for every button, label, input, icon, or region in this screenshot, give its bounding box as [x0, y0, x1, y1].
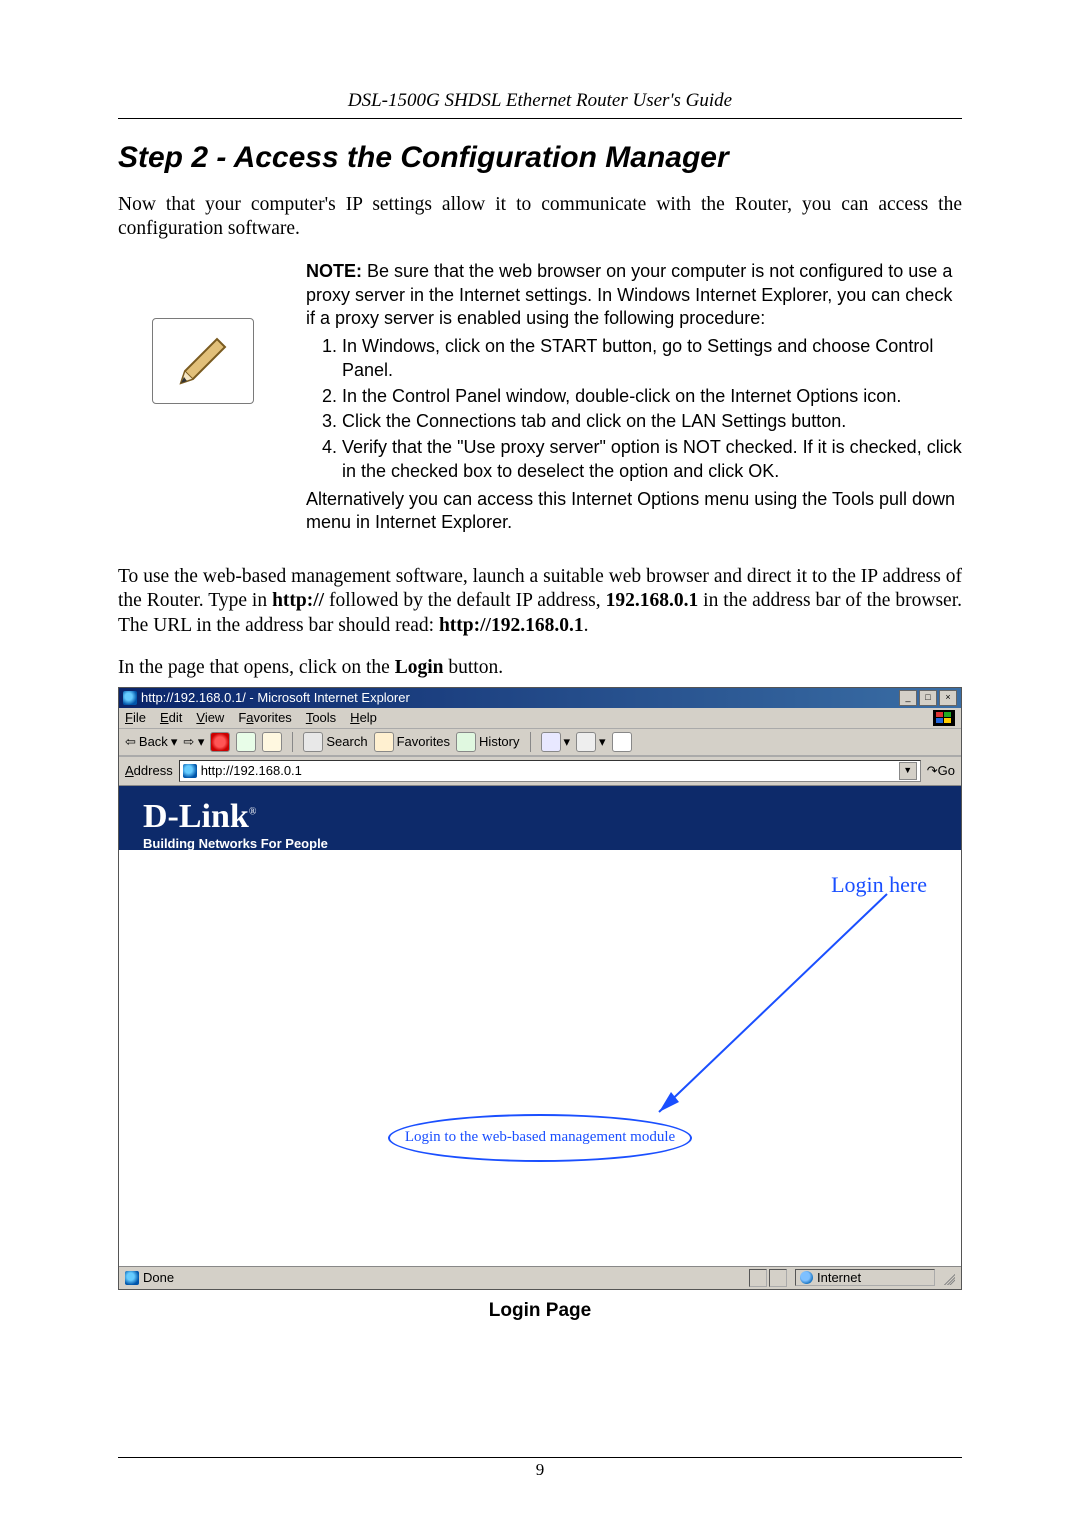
title-bar: http://192.168.0.1/ - Microsoft Internet…: [119, 688, 961, 708]
note-trailer: Alternatively you can access this Intern…: [306, 489, 955, 533]
forward-button[interactable]: ⇨ ▾: [183, 734, 204, 750]
p3-pre: In the page that opens, click on the: [118, 657, 395, 678]
browser-window: http://192.168.0.1/ - Microsoft Internet…: [118, 687, 962, 1290]
toolbar: ⇦ Back ▾ ⇨ ▾ Search Favorites History ▾ …: [119, 728, 961, 756]
resize-grip[interactable]: [941, 1271, 955, 1285]
window-title: http://192.168.0.1/ - Microsoft Internet…: [141, 690, 410, 705]
menu-tools[interactable]: Tools: [306, 710, 336, 725]
dlink-header: D-Link® Building Networks For People: [119, 786, 961, 850]
status-ie-icon: [125, 1271, 139, 1285]
figure-caption: Login Page: [118, 1300, 962, 1322]
toolbar-separator-2: [530, 732, 531, 752]
page-number: 9: [536, 1460, 545, 1479]
page-footer: 9: [118, 1457, 962, 1480]
note-step-3: Click the Connections tab and click on t…: [342, 410, 962, 434]
status-bar: Done Internet: [119, 1266, 961, 1289]
p2-tail: .: [584, 615, 589, 636]
status-cells: [749, 1269, 789, 1287]
p2-bold1: http://: [272, 590, 324, 611]
toolbar-separator: [292, 732, 293, 752]
search-button[interactable]: Search: [303, 732, 367, 752]
menu-help[interactable]: Help: [350, 710, 377, 725]
address-drop-icon[interactable]: ▼: [899, 762, 917, 780]
stop-icon[interactable]: [210, 732, 230, 752]
pencil-icon: [152, 318, 254, 404]
edit-icon[interactable]: [612, 732, 632, 752]
menu-file[interactable]: File: [125, 710, 146, 725]
note-step-1: In Windows, click on the START button, g…: [342, 335, 962, 383]
dlink-logo: D-Link®: [143, 800, 937, 834]
favorites-label: Favorites: [397, 734, 450, 749]
intro-paragraph: Now that your computer's IP settings all…: [118, 193, 962, 242]
menu-edit[interactable]: Edit: [160, 710, 182, 725]
menu-favorites[interactable]: Favorites: [238, 710, 291, 725]
search-label: Search: [326, 734, 367, 749]
menu-bar: File Edit View Favorites Tools Help: [119, 708, 961, 728]
dlink-reg: ®: [249, 806, 257, 817]
back-button[interactable]: ⇦ Back ▾: [125, 734, 177, 750]
p3-bold: Login: [395, 657, 444, 678]
note-block: NOTE: Be sure that the web browser on yo…: [118, 260, 962, 535]
status-done: Done: [143, 1270, 174, 1285]
globe-icon: [800, 1271, 813, 1284]
page-icon: [183, 764, 197, 778]
favorites-button[interactable]: Favorites: [374, 732, 450, 752]
step-title: Step 2 - Access the Configuration Manage…: [118, 141, 962, 175]
print-button[interactable]: ▾: [576, 732, 606, 752]
favorites-icon: [374, 732, 394, 752]
login-button[interactable]: Login to the web-based management module: [388, 1114, 692, 1162]
windows-flag-icon: [933, 710, 955, 726]
running-header: DSL-1500G SHDSL Ethernet Router User's G…: [118, 90, 962, 119]
go-button[interactable]: ↷Go: [927, 763, 955, 779]
home-icon[interactable]: [262, 732, 282, 752]
note-lead: Be sure that the web browser on your com…: [306, 261, 952, 329]
paragraph-usage: To use the web-based management software…: [118, 565, 962, 638]
p3-post: button.: [444, 657, 504, 678]
dlink-logo-text: D-Link: [143, 798, 249, 835]
address-label: Address: [125, 763, 173, 778]
page-content: D-Link® Building Networks For People Log…: [119, 785, 961, 1266]
zone-label: Internet: [817, 1270, 861, 1285]
note-label: NOTE:: [306, 261, 362, 281]
note-step-2: In the Control Panel window, double-clic…: [342, 385, 962, 409]
note-steps-list: In Windows, click on the START button, g…: [342, 335, 962, 484]
p2-bold2: 192.168.0.1: [606, 590, 699, 611]
refresh-icon[interactable]: [236, 732, 256, 752]
history-button[interactable]: History: [456, 732, 519, 752]
mail-icon: [541, 732, 561, 752]
note-text: NOTE: Be sure that the web browser on yo…: [306, 260, 962, 535]
paragraph-login: In the page that opens, click on the Log…: [118, 656, 962, 680]
ie-icon: [123, 691, 137, 705]
p2-bold3: http://192.168.0.1: [439, 615, 584, 636]
mail-button[interactable]: ▾: [541, 732, 571, 752]
history-icon: [456, 732, 476, 752]
maximize-button[interactable]: □: [919, 690, 937, 706]
annotation-arrow: [119, 786, 961, 1266]
address-value: http://192.168.0.1: [201, 763, 895, 778]
print-icon: [576, 732, 596, 752]
address-bar: Address http://192.168.0.1 ▼ ↷Go: [119, 756, 961, 785]
security-zone: Internet: [795, 1269, 935, 1286]
search-icon: [303, 732, 323, 752]
p2-seg2: followed by the default IP address,: [324, 590, 606, 611]
minimize-button[interactable]: _: [899, 690, 917, 706]
note-step-4: Verify that the "Use proxy server" optio…: [342, 436, 962, 484]
address-input[interactable]: http://192.168.0.1 ▼: [179, 760, 921, 782]
close-button[interactable]: ×: [939, 690, 957, 706]
dlink-tagline: Building Networks For People: [143, 836, 937, 851]
history-label: History: [479, 734, 519, 749]
menu-view[interactable]: View: [196, 710, 224, 725]
note-icon-cell: [118, 260, 288, 535]
login-here-annotation: Login here: [831, 872, 927, 898]
login-button-label: Login to the web-based management module: [405, 1129, 675, 1146]
back-label: Back: [139, 734, 168, 749]
go-label: Go: [938, 763, 955, 778]
